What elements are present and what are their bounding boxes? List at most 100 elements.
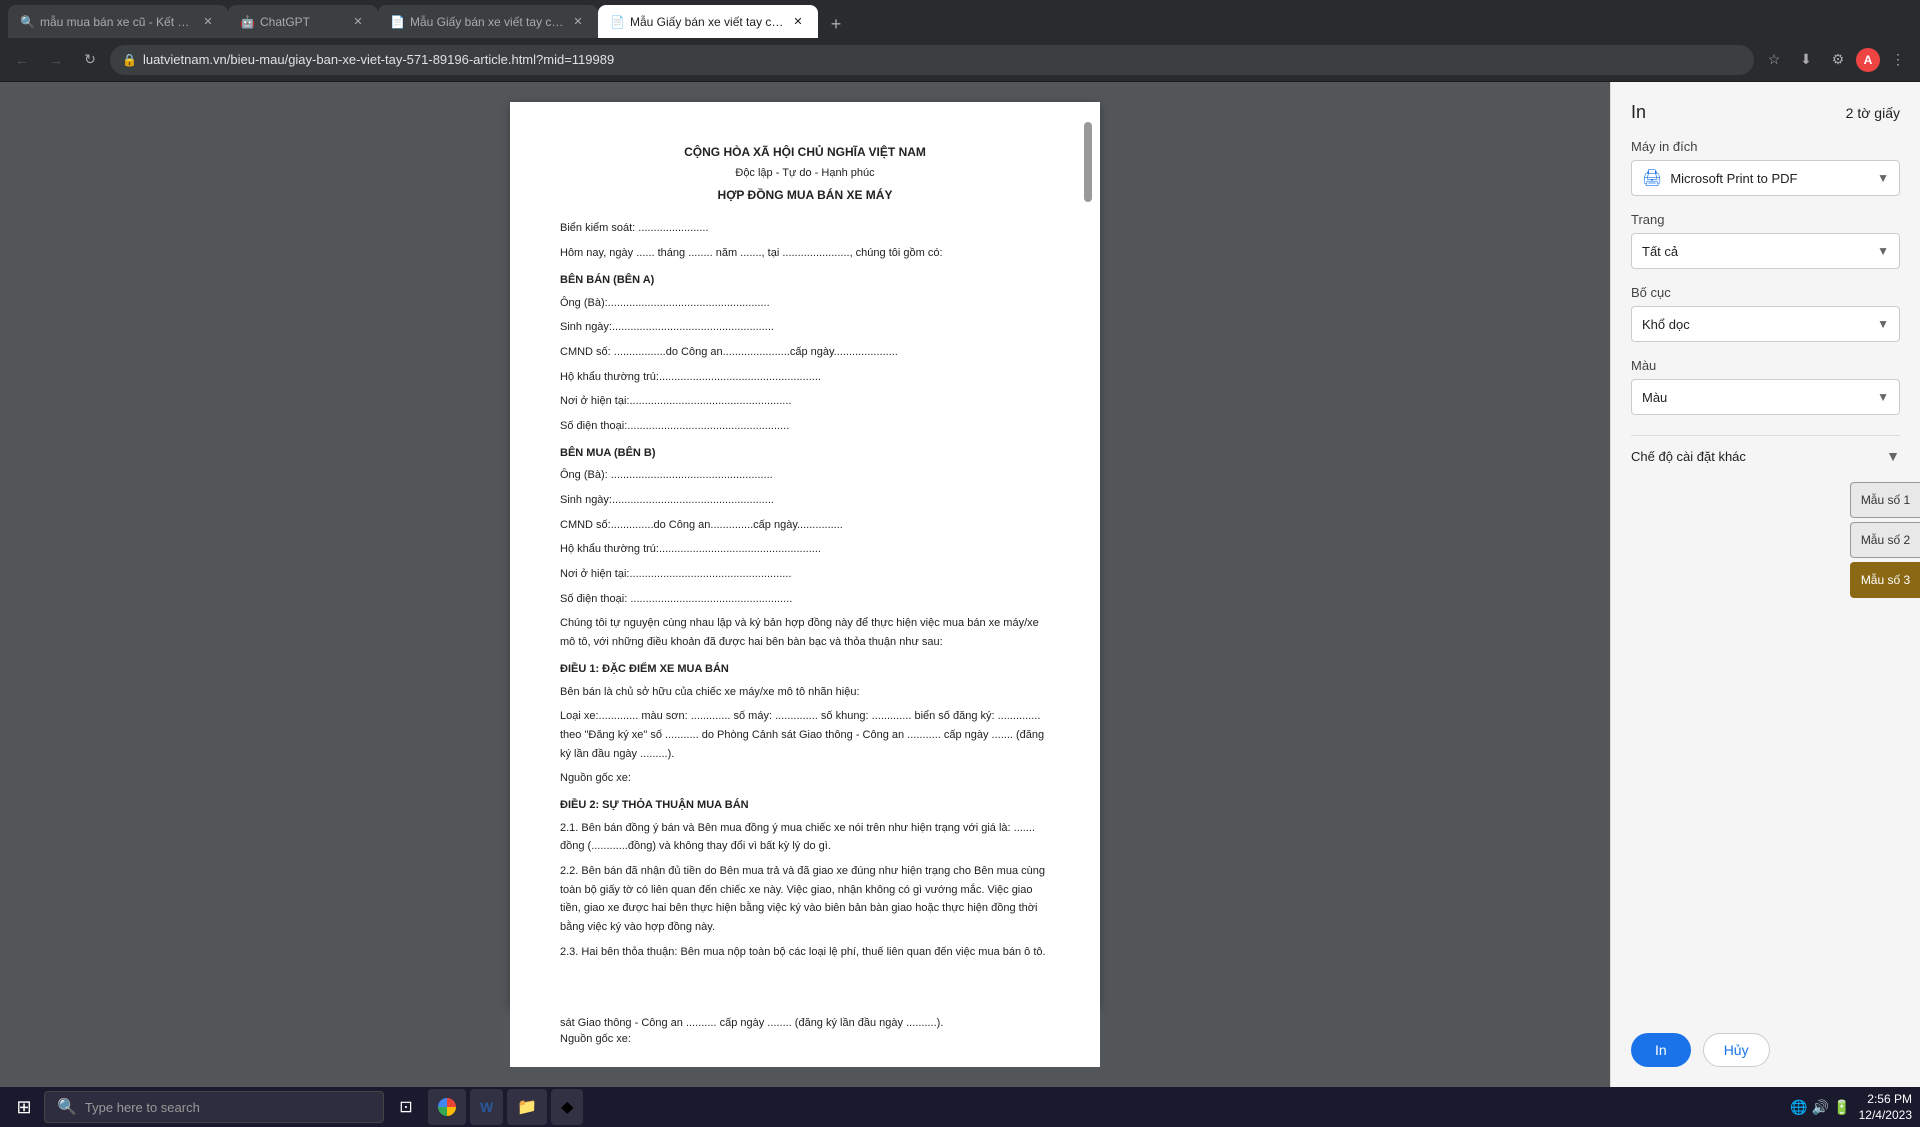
pages-field-label: Trang — [1631, 212, 1900, 227]
color-field: Màu Màu ▼ — [1631, 358, 1900, 415]
tab-2[interactable]: 🤖 ChatGPT ✕ — [228, 5, 378, 38]
layout-field: Bố cục Khổ dọc ▼ — [1631, 285, 1900, 342]
doc-line-20: Nguồn gốc xe: — [560, 769, 1050, 788]
tab-3-close[interactable]: ✕ — [570, 14, 586, 30]
doc-line-10: Ông (Bà): ..............................… — [560, 466, 1050, 485]
advanced-arrow-icon: ▼ — [1886, 448, 1900, 464]
pages-select[interactable]: Tất cả ▼ — [1631, 233, 1900, 269]
start-button[interactable]: ⊞ — [8, 1091, 40, 1123]
taskbar-files[interactable]: 📁 — [507, 1089, 547, 1125]
taskbar-right: 🌐 🔊 🔋 2:56 PM 12/4/2023 — [1790, 1091, 1912, 1125]
doc-line-0: Biển kiểm soát: ....................... — [560, 219, 1050, 238]
doc-main-title: HỢP ĐỒNG MUA BÁN XE MÁY — [560, 185, 1050, 205]
taskbar-time[interactable]: 2:56 PM 12/4/2023 — [1859, 1091, 1912, 1125]
taskbar-search[interactable]: 🔍 Type here to search — [44, 1091, 384, 1123]
tabs-bar: 🔍 mẫu mua bán xe cũ - Kết quả t... ✕ 🤖 C… — [0, 0, 1920, 38]
tab-1-close[interactable]: ✕ — [200, 14, 216, 30]
clock-date: 12/4/2023 — [1859, 1107, 1912, 1124]
printer-value: Microsoft Print to PDF — [1670, 171, 1797, 186]
system-tray: 🌐 🔊 🔋 — [1790, 1099, 1850, 1116]
tab-1[interactable]: 🔍 mẫu mua bán xe cũ - Kết quả t... ✕ — [8, 5, 228, 38]
doc-line-8: Số điện thoại:..........................… — [560, 417, 1050, 436]
tab-2-close[interactable]: ✕ — [350, 14, 366, 30]
word-icon: W — [480, 1099, 493, 1115]
network-icon: 🌐 — [1790, 1099, 1807, 1116]
doc-line-21: ĐIỀU 2: SỰ THỎA THUẬN MUA BÁN — [560, 796, 1050, 815]
profile-button[interactable]: A — [1856, 48, 1880, 72]
task-view-button[interactable]: ⊡ — [388, 1089, 424, 1125]
color-dropdown-arrow: ▼ — [1877, 390, 1889, 404]
color-select[interactable]: Màu ▼ — [1631, 379, 1900, 415]
url-bar[interactable]: 🔒 luatvietnam.vn/bieu-mau/giay-ban-xe-vi… — [110, 45, 1754, 75]
doc-line-23: 2.2. Bên bán đã nhận đủ tiền do Bên mua … — [560, 862, 1050, 937]
app5-icon: ◆ — [561, 1097, 573, 1117]
refresh-button[interactable]: ↻ — [76, 46, 104, 74]
extensions-icon[interactable]: ⚙ — [1824, 46, 1852, 74]
menu-icon[interactable]: ⋮ — [1884, 46, 1912, 74]
page-content: CỘNG HÒA XÃ HỘI CHỦ NGHĨA VIỆT NAM Độc l… — [0, 82, 1920, 1087]
advanced-label: Chế độ cài đặt khác — [1631, 449, 1746, 464]
download-icon[interactable]: ⬇ — [1792, 46, 1820, 74]
tab-2-favicon: 🤖 — [240, 15, 254, 29]
doc-line-11: Sinh ngày:..............................… — [560, 491, 1050, 510]
doc-line-13: Hộ khẩu thường trú:.....................… — [560, 540, 1050, 559]
printer-select[interactable]: 🖨 Microsoft Print to PDF ▼ — [1631, 160, 1900, 196]
bookmark-icon[interactable]: ☆ — [1760, 46, 1788, 74]
layout-dropdown-arrow: ▼ — [1877, 317, 1889, 331]
files-icon: 📁 — [517, 1097, 537, 1117]
doc-line-15: Số điện thoại: .........................… — [560, 590, 1050, 609]
print-button[interactable]: In — [1631, 1033, 1691, 1067]
new-tab-button[interactable]: + — [822, 10, 850, 38]
taskbar-search-placeholder: Type here to search — [85, 1100, 200, 1115]
print-header: In 2 tờ giấy — [1631, 102, 1900, 123]
sample-button-3[interactable]: Mẫu số 3 — [1850, 562, 1920, 598]
doc-line-22: 2.1. Bên bán đồng ý bán và Bên mua đồng … — [560, 819, 1050, 856]
doc-header-line2: Độc lập - Tự do - Hạnh phúc — [560, 164, 1050, 183]
layout-select[interactable]: Khổ dọc ▼ — [1631, 306, 1900, 342]
tab-4-close[interactable]: ✕ — [790, 14, 806, 30]
battery-icon: 🔋 — [1833, 1099, 1850, 1116]
tab-2-title: ChatGPT — [260, 15, 344, 29]
advanced-settings[interactable]: Chế độ cài đặt khác ▼ — [1631, 435, 1900, 476]
taskbar-word[interactable]: W — [470, 1089, 503, 1125]
taskbar-app5[interactable]: ◆ — [551, 1089, 583, 1125]
doc-line-2: BÊN BÁN (BÊN A) — [560, 271, 1050, 290]
browser-right-icons: ☆ ⬇ ⚙ A ⋮ — [1760, 46, 1912, 74]
address-bar: ← → ↻ 🔒 luatvietnam.vn/bieu-mau/giay-ban… — [0, 38, 1920, 82]
sample-button-2[interactable]: Mẫu số 2 — [1850, 522, 1920, 558]
print-actions: In Hủy — [1631, 1013, 1900, 1067]
printer-select-inner: 🖨 Microsoft Print to PDF — [1642, 168, 1797, 188]
tab-4[interactable]: 📄 Mẫu Giấy bán xe viết tay chuẩ... ✕ — [598, 5, 818, 38]
doc-line-17: ĐIỀU 1: ĐẶC ĐIỂM XE MUA BÁN — [560, 660, 1050, 679]
doc-line-6: Hộ khẩu thường trú:.....................… — [560, 368, 1050, 387]
chrome-icon — [438, 1098, 456, 1116]
doc-line-5: CMND số: .................do Công an....… — [560, 343, 1050, 362]
tab-3-favicon: 📄 — [390, 15, 404, 29]
pages-value: Tất cả — [1642, 244, 1678, 259]
volume-icon: 🔊 — [1812, 1099, 1829, 1116]
tab-3[interactable]: 📄 Mẫu Giấy bán xe viết tay chuẩ... ✕ — [378, 5, 598, 38]
preview-line-1: sát Giao thông - Công an .......... cấp … — [560, 1017, 1050, 1029]
doc-line-3: Ông (Bà):...............................… — [560, 294, 1050, 313]
doc-line-14: Nơi ở hiện tại:.........................… — [560, 565, 1050, 584]
layout-value: Khổ dọc — [1642, 317, 1690, 332]
doc-line-9: BÊN MUA (BÊN B) — [560, 444, 1050, 463]
cancel-button[interactable]: Hủy — [1703, 1033, 1770, 1067]
doc-line-18: Bên bán là chủ sở hữu của chiếc xe máy/x… — [560, 683, 1050, 702]
secure-icon: 🔒 — [122, 53, 137, 67]
doc-line-12: CMND số:..............do Công an........… — [560, 516, 1050, 535]
printer-field: Máy in đích 🖨 Microsoft Print to PDF ▼ — [1631, 139, 1900, 196]
sample-button-1[interactable]: Mẫu số 1 — [1850, 482, 1920, 518]
doc-line-16: Chúng tôi tự nguyện cùng nhau lập và ký … — [560, 614, 1050, 651]
taskbar: ⊞ 🔍 Type here to search ⊡ W 📁 ◆ 🌐 🔊 🔋 2:… — [0, 1087, 1920, 1127]
tab-3-title: Mẫu Giấy bán xe viết tay chuẩ... — [410, 15, 564, 29]
printer-dropdown-arrow: ▼ — [1877, 171, 1889, 185]
taskbar-chrome[interactable] — [428, 1089, 466, 1125]
back-button[interactable]: ← — [8, 46, 36, 74]
scroll-indicator[interactable] — [1082, 102, 1092, 1007]
print-title: In — [1631, 102, 1646, 123]
search-icon: 🔍 — [57, 1097, 77, 1117]
document-area: CỘNG HÒA XÃ HỘI CHỦ NGHĨA VIỆT NAM Độc l… — [0, 82, 1610, 1087]
forward-button[interactable]: → — [42, 46, 70, 74]
pages-field: Trang Tất cả ▼ — [1631, 212, 1900, 269]
